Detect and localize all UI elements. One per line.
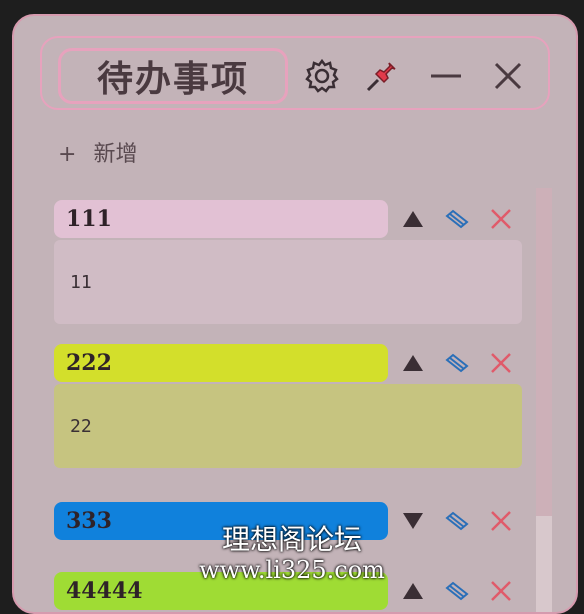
delete-icon[interactable] (486, 348, 516, 378)
header-bar: 待办事项 (40, 36, 550, 110)
gear-icon[interactable] (302, 56, 342, 96)
minimize-icon[interactable] (426, 56, 466, 96)
move-up-icon[interactable] (398, 348, 428, 378)
watermark-title: 理想阁论坛 (221, 523, 362, 556)
edit-icon[interactable] (442, 204, 472, 234)
todo-title[interactable]: 222 (54, 344, 388, 382)
todo-content[interactable]: 22 (54, 384, 522, 468)
edit-icon[interactable] (442, 348, 472, 378)
add-label: 新增 (93, 142, 138, 167)
watermark-url: www.li325.com (199, 556, 385, 584)
todo-title[interactable]: 111 (54, 200, 388, 238)
close-icon[interactable] (488, 56, 528, 96)
move-up-icon[interactable] (398, 204, 428, 234)
todo-content[interactable]: 11 (54, 240, 522, 324)
app-title: 待办事项 (58, 48, 288, 104)
add-button[interactable]: + 新增 (58, 136, 137, 168)
delete-icon[interactable] (486, 204, 516, 234)
pin-icon[interactable] (362, 56, 402, 96)
plus-icon: + (58, 142, 77, 167)
